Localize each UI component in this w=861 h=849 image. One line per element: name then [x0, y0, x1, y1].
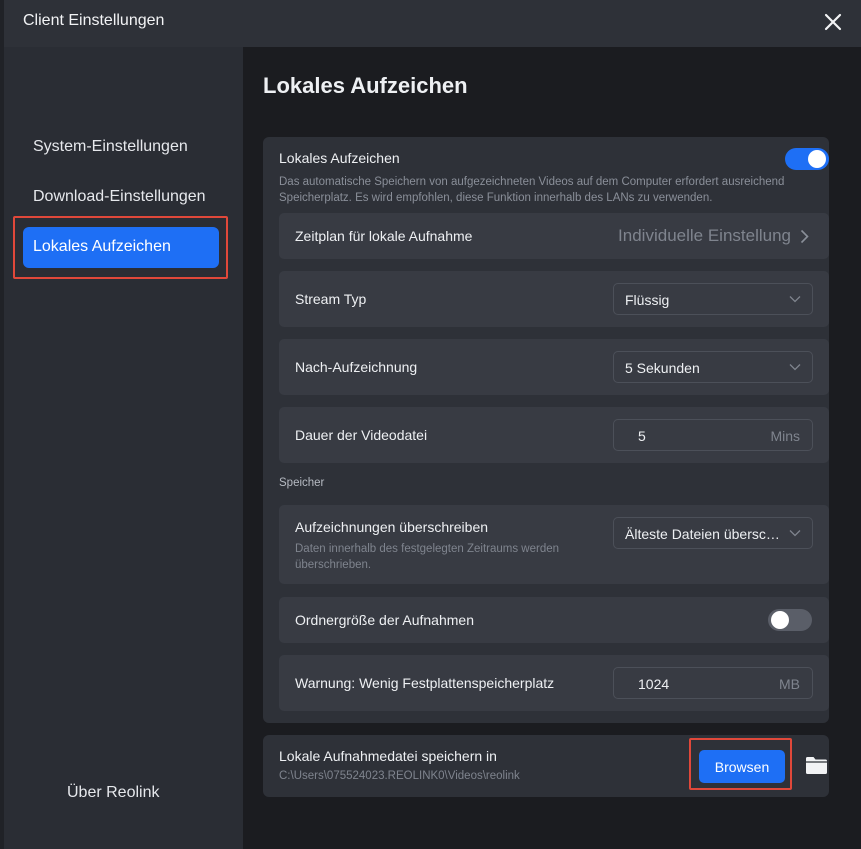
window-title: Client Einstellungen	[23, 12, 165, 29]
post-record-value: 5 Sekunden	[625, 360, 700, 376]
main-content: Lokales Aufzeichen Lokales Aufzeichen Da…	[243, 47, 861, 849]
stream-type-label: Stream Typ	[295, 291, 367, 307]
folder-icon[interactable]	[805, 756, 828, 775]
low-disk-warning-label: Warnung: Wenig Festplattenspeicherplatz	[295, 675, 555, 691]
stream-type-row: Stream Typ Flüssig	[279, 271, 829, 327]
post-record-select[interactable]: 5 Sekunden	[613, 351, 813, 383]
overwrite-row: Aufzeichnungen überschreiben Daten inner…	[279, 505, 829, 584]
local-recording-toggle[interactable]	[785, 148, 829, 170]
overwrite-description: Daten innerhalb des festgelegten Zeitrau…	[295, 543, 560, 571]
stream-type-select[interactable]: Flüssig	[613, 283, 813, 315]
title-bar: Client Einstellungen	[4, 0, 861, 47]
chevron-down-icon	[789, 296, 801, 303]
folder-size-label: Ordnergröße der Aufnahmen	[295, 612, 474, 628]
about-reolink-link[interactable]: Über Reolink	[67, 784, 159, 802]
post-record-label: Nach-Aufzeichnung	[295, 359, 418, 375]
sidebar-item-download-settings[interactable]: Download-Einstellungen	[33, 188, 206, 206]
file-duration-label: Dauer der Videodatei	[295, 427, 428, 443]
schedule-row[interactable]: Zeitplan für lokale Aufnahme Individuell…	[279, 213, 829, 259]
file-duration-unit: Mins	[770, 428, 800, 444]
chevron-down-icon	[789, 364, 801, 371]
save-location-label: Lokale Aufnahmedatei speichern in	[279, 748, 497, 764]
schedule-label: Zeitplan für lokale Aufnahme	[295, 228, 473, 244]
sidebar: System-Einstellungen Download-Einstellun…	[4, 47, 243, 849]
browse-button[interactable]: Browsen	[699, 750, 785, 783]
folder-size-row: Ordnergröße der Aufnahmen	[279, 597, 829, 643]
sidebar-item-local-recording[interactable]: Lokales Aufzeichen	[23, 227, 219, 268]
sidebar-item-system-settings[interactable]: System-Einstellungen	[33, 138, 188, 156]
overwrite-label: Aufzeichnungen überschreiben	[295, 519, 489, 535]
local-recording-title: Lokales Aufzeichen	[279, 150, 400, 166]
save-location-path: C:\Users\075524023.REOLINK0\Videos\reoli…	[279, 770, 520, 782]
save-location-card: Lokale Aufnahmedatei speichern in C:\Use…	[263, 735, 829, 797]
storage-section-label: Speicher	[279, 477, 325, 489]
chevron-right-icon	[800, 229, 809, 244]
schedule-value: Individuelle Einstellung	[618, 226, 791, 245]
page-title: Lokales Aufzeichen	[263, 73, 468, 98]
low-disk-warning-value: 1024	[638, 676, 670, 692]
overwrite-value: Älteste Dateien überschreiben	[625, 526, 785, 542]
post-record-row: Nach-Aufzeichnung 5 Sekunden	[279, 339, 829, 395]
low-disk-warning-input[interactable]: 1024 MB	[613, 667, 813, 699]
stream-type-value: Flüssig	[625, 292, 670, 308]
overwrite-select[interactable]: Älteste Dateien überschreiben	[613, 517, 813, 549]
client-settings-window: Client Einstellungen System-Einstellunge…	[4, 0, 861, 849]
local-recording-description: Das automatische Speichern von aufgezeic…	[279, 176, 785, 204]
low-disk-warning-row: Warnung: Wenig Festplattenspeicherplatz …	[279, 655, 829, 711]
folder-size-toggle[interactable]	[768, 609, 812, 631]
chevron-down-icon	[789, 530, 801, 537]
file-duration-input[interactable]: 5 Mins	[613, 419, 813, 451]
file-duration-row: Dauer der Videodatei 5 Mins	[279, 407, 829, 463]
local-recording-card: Lokales Aufzeichen Das automatische Spei…	[263, 137, 829, 723]
close-icon[interactable]	[821, 10, 845, 34]
low-disk-warning-unit: MB	[779, 676, 800, 692]
